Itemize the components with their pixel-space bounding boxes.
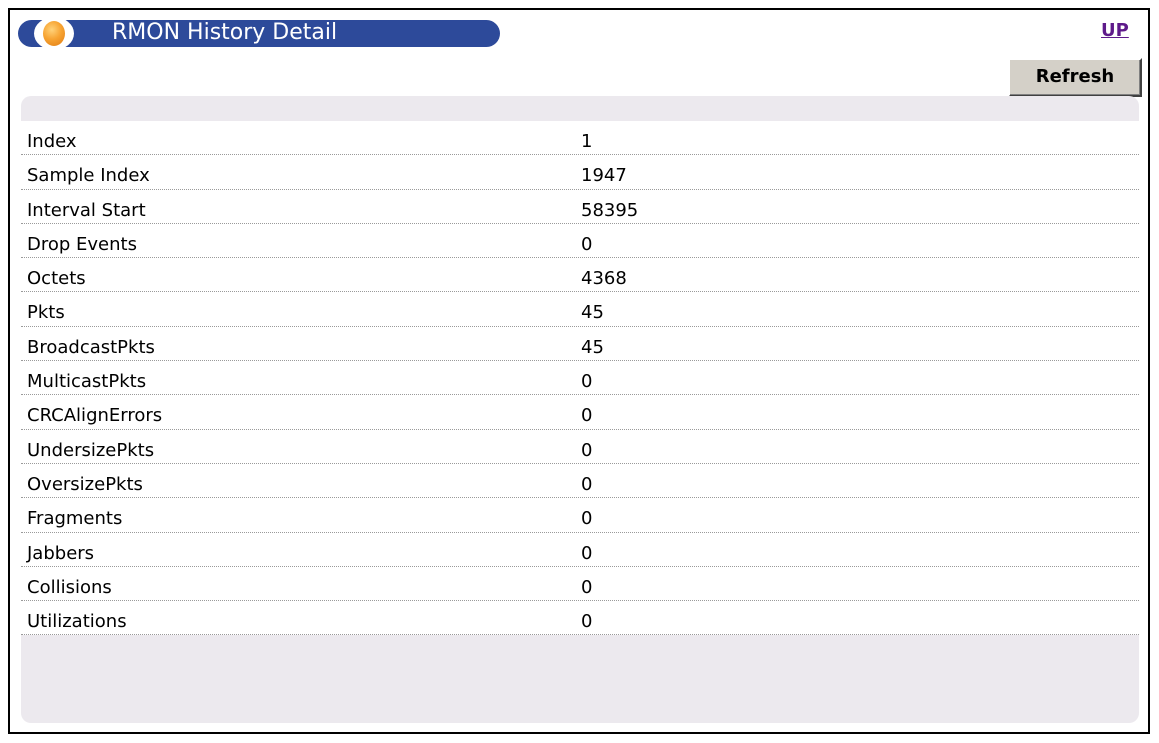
row-label: Utilizations [27,611,127,633]
row-value: 0 [581,473,593,495]
row-label: UndersizePkts [27,439,155,461]
table-row: Fragments 0 [21,498,1139,533]
table-row: Octets 4368 [21,258,1139,293]
table-row: CRCAlignErrors 0 [21,395,1139,430]
table-row: Utilizations 0 [21,601,1139,636]
row-label: CRCAlignErrors [27,405,163,427]
table-row: Index 1 [21,121,1139,156]
row-value: 58395 [581,199,639,221]
row-label: BroadcastPkts [27,336,155,358]
table-row: Sample Index 1947 [21,155,1139,190]
row-value: 0 [581,576,593,598]
row-label: MulticastPkts [27,371,147,393]
row-value: 1947 [581,165,627,187]
row-value: 0 [581,233,593,255]
row-label: Sample Index [27,165,150,187]
row-value: 0 [581,405,593,427]
detail-table: Index 1 Sample Index 1947 Interval Start… [21,121,1139,636]
row-label: Pkts [27,302,65,324]
table-row: MulticastPkts 0 [21,361,1139,396]
row-label: Drop Events [27,233,137,255]
table-row: Interval Start 58395 [21,190,1139,224]
row-value: 45 [581,302,604,324]
row-value: 0 [581,611,593,633]
row-label: Fragments [27,508,123,530]
refresh-button[interactable]: Refresh [1008,58,1142,97]
row-label: Octets [27,268,86,290]
table-row: UndersizePkts 0 [21,430,1139,464]
row-value: 1 [581,131,593,152]
row-value: 0 [581,542,593,564]
row-label: Collisions [27,576,112,598]
table-row: Collisions 0 [21,567,1139,602]
row-value: 0 [581,508,593,530]
page-title: RMON History Detail [112,20,338,45]
row-value: 0 [581,439,593,461]
table-row: Jabbers 0 [21,533,1139,567]
row-value: 4368 [581,268,627,290]
table-row: OversizePkts 0 [21,464,1139,499]
orange-bullet-icon [43,21,65,46]
table-row: BroadcastPkts 45 [21,327,1139,362]
row-value: 45 [581,336,604,358]
row-label: Jabbers [27,542,95,564]
row-value: 0 [581,371,593,393]
table-row: Pkts 45 [21,292,1139,327]
table-row: Drop Events 0 [21,224,1139,259]
row-label: OversizePkts [27,473,143,495]
up-link[interactable]: UP [1101,20,1129,41]
row-label: Interval Start [27,199,146,221]
row-label: Index [27,131,77,152]
